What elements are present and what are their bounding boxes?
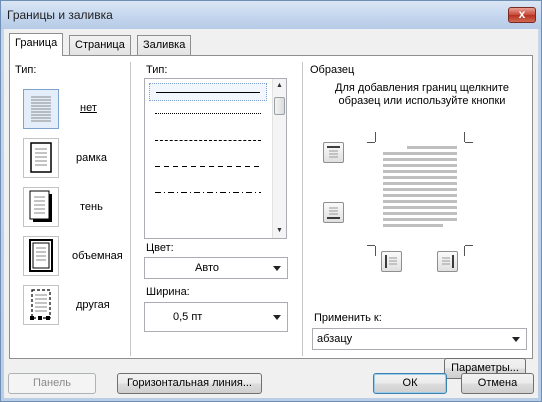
title-bar[interactable]: Границы и заливка x xyxy=(1,1,541,29)
type-custom-button[interactable] xyxy=(23,285,59,325)
window-title: Границы и заливка xyxy=(7,8,113,22)
bottom-border-button[interactable] xyxy=(323,202,344,223)
chevron-down-icon xyxy=(273,266,281,271)
scroll-up-icon[interactable]: ▲ xyxy=(273,79,286,93)
tab-page[interactable]: Страница xyxy=(69,35,131,55)
top-border-button[interactable] xyxy=(323,142,344,163)
style-label: Тип: xyxy=(146,64,168,76)
close-button[interactable]: x xyxy=(508,7,536,23)
line-style-item-dashed[interactable] xyxy=(155,166,261,167)
border-3d-icon xyxy=(29,239,53,272)
preview-sample[interactable] xyxy=(367,132,473,256)
type-label: Тип: xyxy=(15,64,37,76)
apply-to-dropdown[interactable]: абзацу xyxy=(312,328,527,350)
tab-border[interactable]: Граница xyxy=(9,33,64,56)
panel-button[interactable]: Панель xyxy=(8,373,96,394)
apply-to-label: Применить к: xyxy=(314,312,382,324)
line-style-item-dashed-small[interactable] xyxy=(155,140,261,141)
border-none-icon xyxy=(31,96,51,122)
line-style-list[interactable]: ▲ ▼ xyxy=(144,78,287,239)
border-bottom-icon xyxy=(327,207,340,219)
line-style-scrollbar[interactable]: ▲ ▼ xyxy=(272,79,286,238)
color-label: Цвет: xyxy=(146,242,174,254)
width-label: Ширина: xyxy=(146,286,190,298)
cancel-button[interactable]: Отмена xyxy=(461,373,534,394)
apply-to-value: абзацу xyxy=(317,333,353,345)
close-icon: x xyxy=(518,7,526,21)
border-custom-icon xyxy=(30,289,51,320)
scroll-thumb[interactable] xyxy=(274,97,285,115)
color-dropdown[interactable]: Авто xyxy=(144,257,288,279)
dialog-client-area: Граница Страница Заливка Тип: нет рамка … xyxy=(4,29,538,398)
tab-shading[interactable]: Заливка xyxy=(137,35,192,55)
border-box-icon xyxy=(30,142,52,173)
ok-button[interactable]: ОК xyxy=(373,373,447,394)
type-none-button[interactable] xyxy=(23,89,59,129)
chevron-down-icon xyxy=(273,315,281,320)
width-value: 0,5 пт xyxy=(173,311,203,323)
type-3d-label[interactable]: объемная xyxy=(72,250,123,262)
line-style-item-dash-dot[interactable] xyxy=(155,192,261,193)
preview-hint: Для добавления границ щелкните образец и… xyxy=(335,82,509,107)
border-top-icon xyxy=(327,146,340,158)
border-shadow-icon xyxy=(29,190,52,222)
tab-shading-label: Заливка xyxy=(143,39,186,51)
borders-shading-dialog: Границы и заливка x Граница Страница Зал… xyxy=(0,0,542,402)
type-box-button[interactable] xyxy=(23,138,59,178)
type-3d-button[interactable] xyxy=(23,236,59,276)
type-shadow-button[interactable] xyxy=(23,187,59,227)
chevron-down-icon xyxy=(512,337,520,342)
line-style-item-solid[interactable] xyxy=(149,83,267,101)
tab-panel: Тип: нет рамка тень объемная другая Тип:… xyxy=(9,55,533,379)
type-box-label[interactable]: рамка xyxy=(76,152,107,164)
preview-label: Образец xyxy=(310,64,355,76)
line-style-item-dotted[interactable] xyxy=(155,113,261,114)
type-custom-label[interactable]: другая xyxy=(76,299,110,311)
tab-border-label: Граница xyxy=(15,37,58,49)
color-value: Авто xyxy=(195,262,219,274)
separator xyxy=(130,62,131,356)
horizontal-line-button[interactable]: Горизонтальная линия... xyxy=(117,373,262,394)
separator xyxy=(302,62,303,356)
type-none-label[interactable]: нет xyxy=(80,102,97,114)
type-shadow-label[interactable]: тень xyxy=(80,201,103,213)
scroll-down-icon[interactable]: ▼ xyxy=(273,224,286,238)
tab-page-label: Страница xyxy=(75,39,125,51)
width-dropdown[interactable]: 0,5 пт xyxy=(144,302,288,332)
